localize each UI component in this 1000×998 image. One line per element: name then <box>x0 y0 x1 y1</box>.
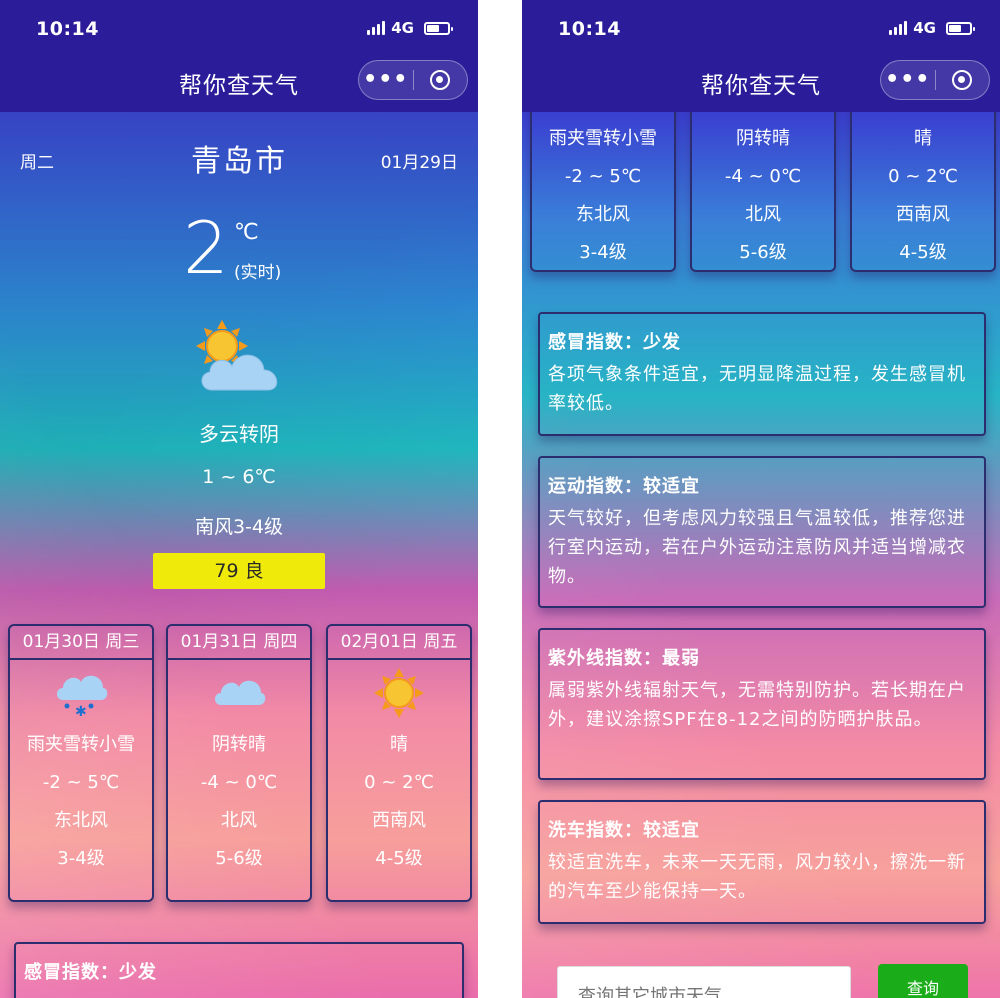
forecast-card: 阴转晴 -4 ~ 0℃ 北风 5-6级 <box>690 112 836 272</box>
target-icon <box>952 70 973 90</box>
partly-cloudy-icon <box>192 320 288 406</box>
index-title: 感冒指数：少发 <box>548 332 681 353</box>
city-search-input[interactable] <box>557 966 851 998</box>
forecast-wind-level: 4-5级 <box>375 848 423 869</box>
index-text: 较适宜洗车，未来一天无雨，风力较小，擦洗一新的汽车至少能保持一天。 <box>548 852 966 902</box>
close-mini-program-button[interactable] <box>935 70 989 90</box>
forecast-wind-direction: 北风 <box>221 810 257 831</box>
forecast-date: 02月01日 周五 <box>328 626 470 660</box>
index-card-carwash: 洗车指数：较适宜 较适宜洗车，未来一天无雨，风力较小，擦洗一新的汽车至少能保持一… <box>538 800 986 924</box>
sun-icon <box>328 660 470 726</box>
signal-icon <box>889 21 908 35</box>
nav-bar: 帮你查天气 ••• <box>0 56 478 112</box>
target-icon <box>430 70 451 90</box>
forecast-wind-level: 5-6级 <box>739 242 787 263</box>
forecast-condition: 晴 <box>914 128 932 149</box>
current-condition: 多云转阴 <box>199 422 279 446</box>
mini-program-capsule: ••• <box>880 60 990 100</box>
aqi-badge: 79 良 <box>153 553 325 589</box>
index-card: 感冒指数：少发 <box>14 942 464 998</box>
forecast-condition: 阴转晴 <box>736 128 790 149</box>
phone-screen-left: 10:14 4G 帮你查天气 ••• 周二 青岛市 01月29日 2 ℃ (实时… <box>0 0 478 998</box>
forecast-card: 01月30日 周三 ✱ 雨夹雪转小雪 -2 ~ 5℃ 东北风 3-4级 <box>8 624 154 902</box>
status-bar: 10:14 4G <box>522 0 1000 56</box>
mini-program-capsule: ••• <box>358 60 468 100</box>
current-wind: 南风3-4级 <box>194 516 284 538</box>
forecast-wind-level: 3-4级 <box>57 848 105 869</box>
forecast-wind-direction: 东北风 <box>54 810 108 831</box>
forecast-condition: 阴转晴 <box>212 734 266 755</box>
index-title: 运动指数：较适宜 <box>548 476 700 497</box>
forecast-card: 02月01日 周五 晴 0 ~ 2℃ 西南风 4-5级 <box>326 624 472 902</box>
battery-icon <box>946 21 975 35</box>
network-label: 4G <box>913 19 936 37</box>
close-mini-program-button[interactable] <box>413 70 467 90</box>
more-icon[interactable]: ••• <box>881 60 935 100</box>
realtime-label: (实时) <box>234 263 282 283</box>
signal-icon <box>367 21 386 35</box>
forecast-wind-level: 4-5级 <box>899 242 947 263</box>
sleet-icon: ✱ <box>10 660 152 726</box>
forecast-card: 01月31日 周四 阴转晴 -4 ~ 0℃ 北风 5-6级 <box>166 624 312 902</box>
forecast-wind-level: 3-4级 <box>579 242 627 263</box>
index-text: 天气较好，但考虑风力较强且气温较低，推荐您进行室内运动，若在户外运动注意防风并适… <box>548 508 966 587</box>
more-icon[interactable]: ••• <box>359 60 413 100</box>
index-text: 各项气象条件适宜，无明显降温过程，发生感冒机率较低。 <box>548 364 966 414</box>
forecast-temp-range: -4 ~ 0℃ <box>200 772 278 793</box>
search-button[interactable]: 查询 <box>878 964 968 998</box>
forecast-date: 01月31日 周四 <box>168 626 310 660</box>
temp-unit: ℃ <box>234 220 259 245</box>
status-bar: 10:14 4G <box>0 0 478 56</box>
forecast-temp-range: 0 ~ 2℃ <box>888 166 958 187</box>
forecast-wind-level: 5-6级 <box>215 848 263 869</box>
forecast-date: 01月30日 周三 <box>10 626 152 660</box>
current-temp: 2 <box>183 206 229 290</box>
index-title: 感冒指数：少发 <box>24 962 157 983</box>
status-time: 10:14 <box>558 18 621 40</box>
battery-icon <box>424 21 453 35</box>
index-card-cold: 感冒指数：少发 各项气象条件适宜，无明显降温过程，发生感冒机率较低。 <box>538 312 986 436</box>
forecast-temp-range: 0 ~ 2℃ <box>364 772 434 793</box>
forecast-condition: 晴 <box>390 734 408 755</box>
nav-bar: 帮你查天气 ••• <box>522 56 1000 112</box>
forecast-condition: 雨夹雪转小雪 <box>27 734 135 755</box>
forecast-temp-range: -2 ~ 5℃ <box>564 166 642 187</box>
forecast-wind-direction: 东北风 <box>576 204 630 225</box>
forecast-wind-direction: 西南风 <box>896 204 950 225</box>
forecast-temp-range: -4 ~ 0℃ <box>724 166 802 187</box>
forecast-card: 雨夹雪转小雪 -2 ~ 5℃ 东北风 3-4级 <box>530 112 676 272</box>
weather-content[interactable]: 周二 青岛市 01月29日 2 ℃ (实时) 多云转阴 1 ~ 6℃ 南风3-4… <box>0 112 478 998</box>
forecast-card: 晴 0 ~ 2℃ 西南风 4-5级 <box>850 112 996 272</box>
svg-text:✱: ✱ <box>75 704 87 716</box>
phone-screen-right: 10:14 4G 帮你查天气 ••• 雨夹雪转小雪 -2 ~ 5℃ 东北风 3-… <box>522 0 1000 998</box>
network-label: 4G <box>391 19 414 37</box>
index-title: 洗车指数：较适宜 <box>548 820 700 841</box>
index-title: 紫外线指数：最弱 <box>548 648 700 669</box>
forecast-wind-direction: 北风 <box>745 204 781 225</box>
index-card-sport: 运动指数：较适宜 天气较好，但考虑风力较强且气温较低，推荐您进行室内运动，若在户… <box>538 456 986 608</box>
weather-content-scrolled[interactable]: 雨夹雪转小雪 -2 ~ 5℃ 东北风 3-4级 阴转晴 -4 ~ 0℃ 北风 5… <box>522 112 1000 998</box>
cloud-icon <box>168 660 310 726</box>
status-time: 10:14 <box>36 18 99 40</box>
forecast-wind-direction: 西南风 <box>372 810 426 831</box>
forecast-temp-range: -2 ~ 5℃ <box>42 772 120 793</box>
current-date: 01月29日 <box>380 153 458 173</box>
current-temp-range: 1 ~ 6℃ <box>202 466 276 488</box>
index-text: 属弱紫外线辐射天气，无需特别防护。若长期在户外，建议涂擦SPF在8-12之间的防… <box>548 680 966 730</box>
forecast-condition: 雨夹雪转小雪 <box>549 128 657 149</box>
index-card-uv: 紫外线指数：最弱 属弱紫外线辐射天气，无需特别防护。若长期在户外，建议涂擦SPF… <box>538 628 986 780</box>
